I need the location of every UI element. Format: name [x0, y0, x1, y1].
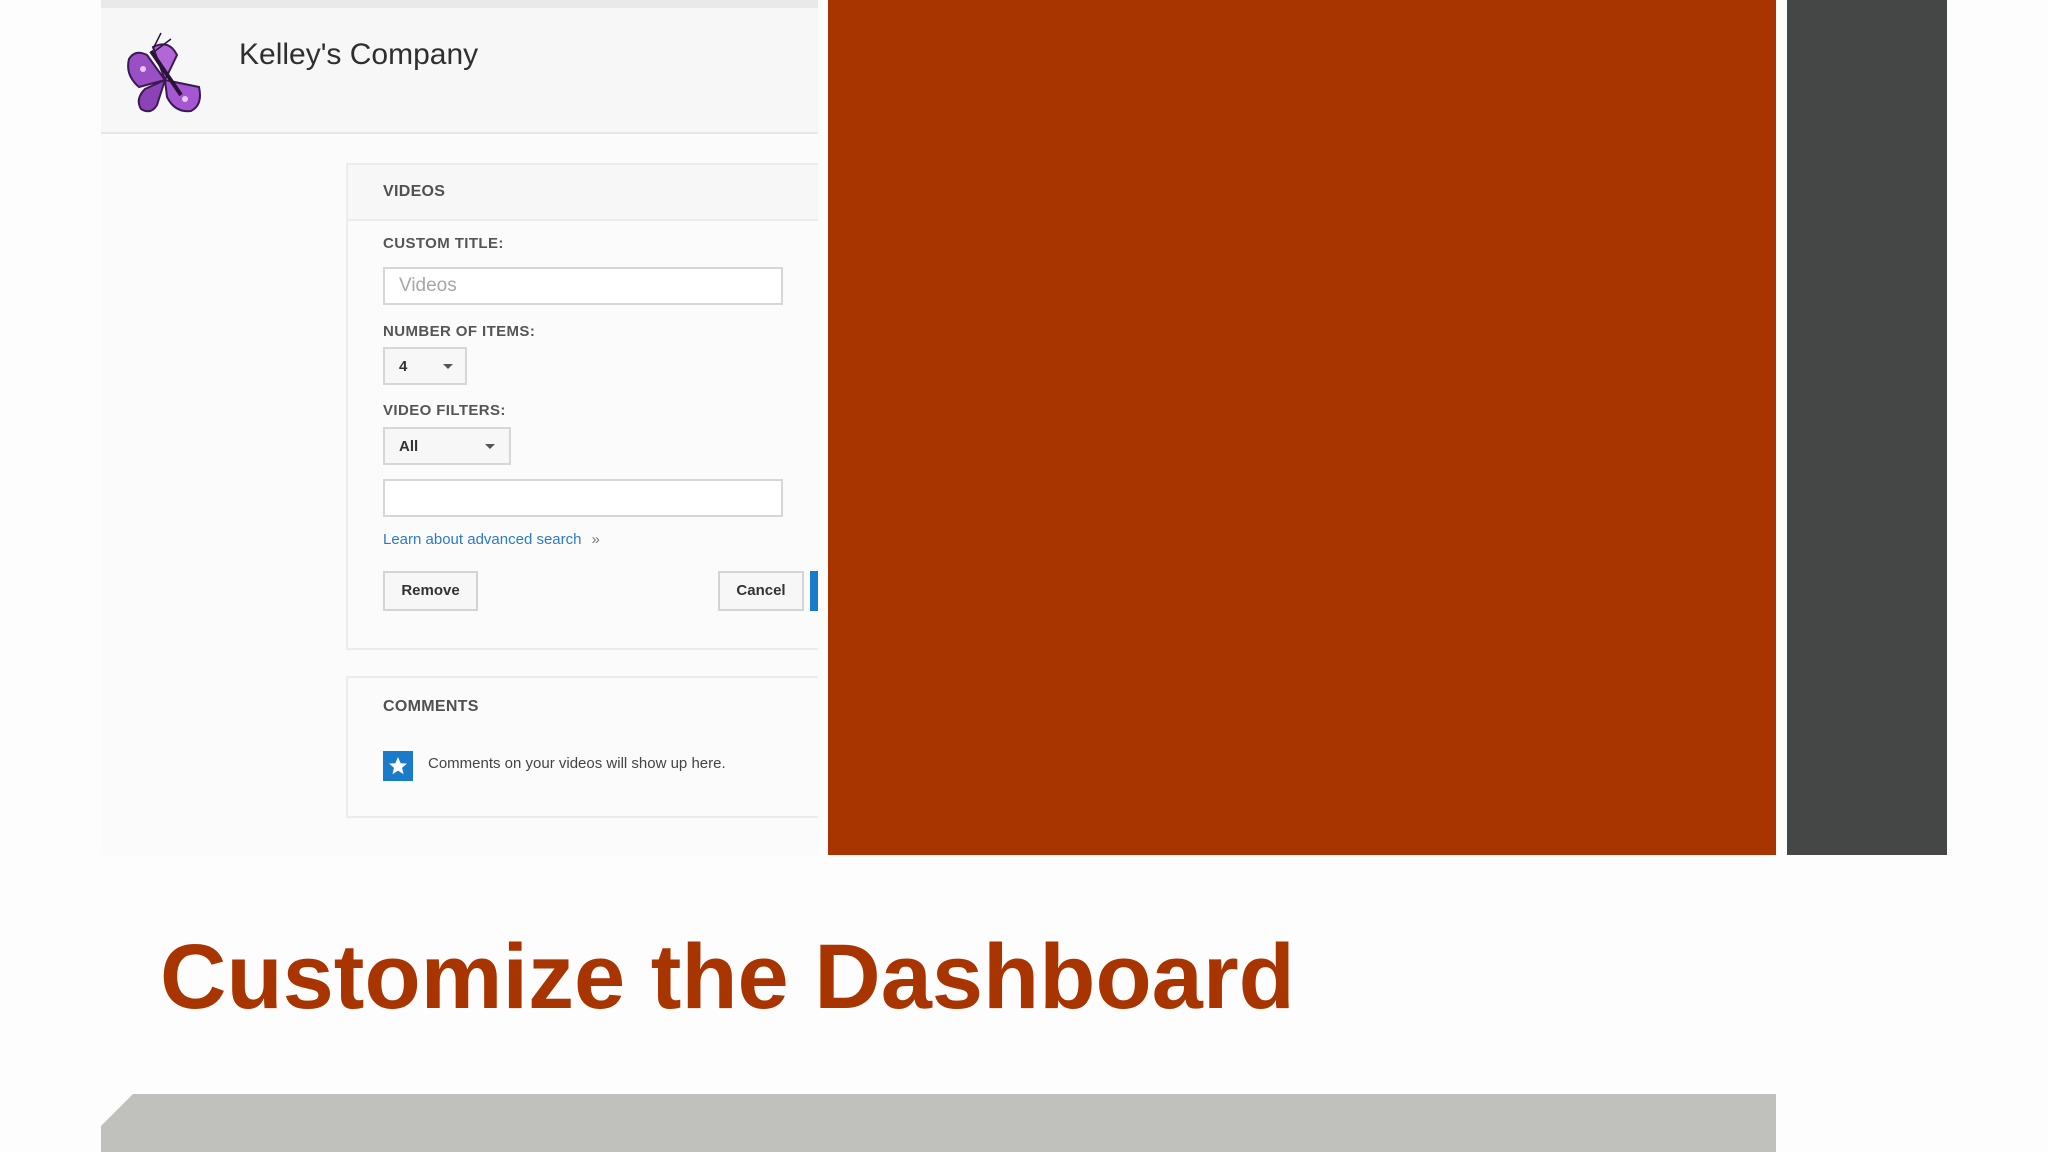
save-button-partial[interactable] — [810, 571, 818, 611]
filter-search-field[interactable] — [383, 479, 783, 517]
advanced-search-link-text[interactable]: Learn about advanced search — [383, 531, 581, 548]
dark-accent-block — [1787, 0, 1947, 855]
channel-header: Kelley's Company — [101, 8, 818, 134]
star-icon — [383, 751, 413, 781]
chevron-down-icon — [443, 364, 453, 369]
filter-search-input[interactable] — [385, 481, 781, 515]
dashboard-screenshot: Kelley's Company VIDEOS CUSTOM TITLE: NU… — [101, 0, 818, 855]
chevron-down-icon — [485, 444, 495, 449]
videos-module: VIDEOS CUSTOM TITLE: NUMBER OF ITEMS: 4 … — [346, 163, 818, 650]
videos-module-title: VIDEOS — [383, 183, 446, 200]
video-filters-select[interactable]: All — [383, 427, 511, 465]
video-filters-label: VIDEO FILTERS: — [383, 402, 506, 419]
top-strip — [101, 0, 818, 8]
video-filters-value: All — [399, 438, 419, 455]
comments-module-title: COMMENTS — [383, 698, 479, 715]
slide-title: Customize the Dashboard — [160, 926, 1295, 1028]
custom-title-label: CUSTOM TITLE: — [383, 235, 504, 252]
company-name: Kelley's Company — [239, 38, 479, 71]
number-of-items-value: 4 — [399, 358, 408, 375]
comments-module: COMMENTS Comments on your videos will sh… — [346, 676, 818, 818]
number-of-items-select[interactable]: 4 — [383, 347, 467, 385]
advanced-search-link[interactable]: Learn about advanced search » — [383, 531, 600, 548]
custom-title-field[interactable] — [383, 267, 783, 305]
footer-bar — [101, 1094, 1776, 1152]
comments-empty-message: Comments on your videos will show up her… — [428, 755, 726, 772]
remove-button[interactable]: Remove — [383, 571, 478, 611]
accent-block — [828, 0, 1776, 855]
butterfly-icon — [117, 25, 213, 121]
double-chevron-right-icon: » — [591, 531, 600, 548]
custom-title-input[interactable] — [385, 269, 781, 303]
number-of-items-label: NUMBER OF ITEMS: — [383, 323, 536, 340]
cancel-button[interactable]: Cancel — [718, 571, 804, 611]
